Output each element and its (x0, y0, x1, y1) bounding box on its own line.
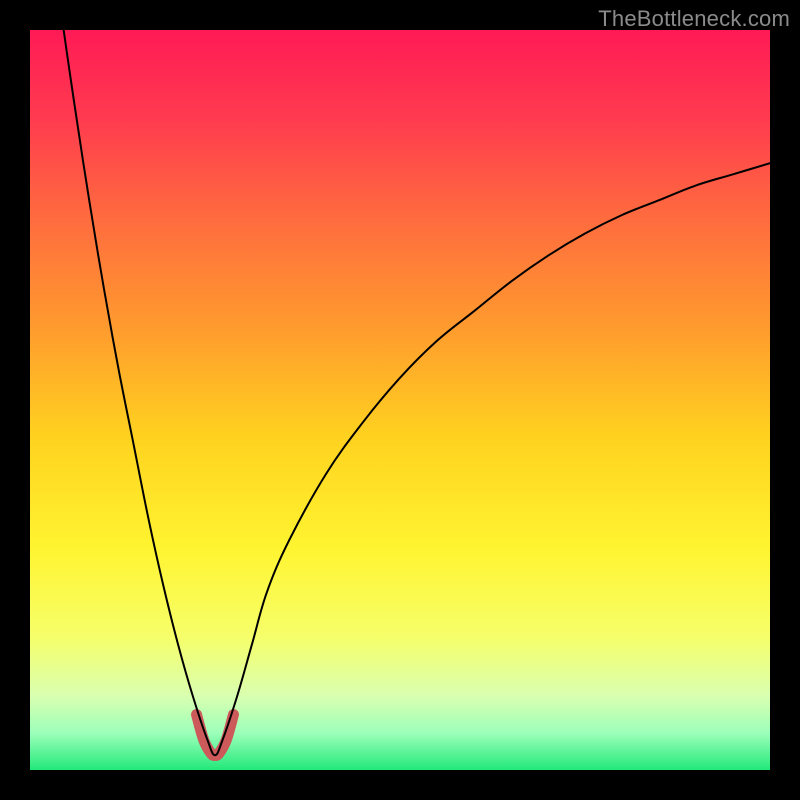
watermark-text: TheBottleneck.com (598, 6, 790, 32)
plot-container (30, 30, 770, 770)
gradient-background (30, 30, 770, 770)
bottleneck-chart (30, 30, 770, 770)
app-frame: TheBottleneck.com (0, 0, 800, 800)
